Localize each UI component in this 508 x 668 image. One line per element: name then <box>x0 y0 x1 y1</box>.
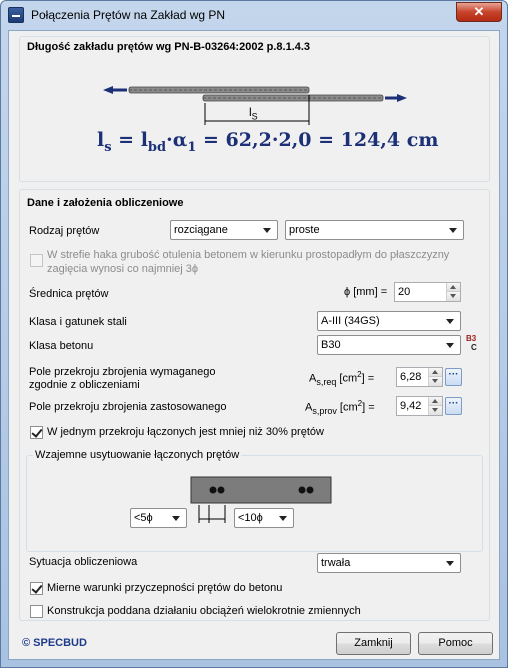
diameter-symbol: ϕ [mm] = <box>344 286 388 298</box>
formula-lbd-sub: bd <box>147 139 167 155</box>
help-button[interactable]: Pomoc <box>418 632 493 655</box>
as-req-input[interactable]: 6,28 <box>396 367 443 387</box>
left-arrow-icon <box>103 86 113 94</box>
specbud-logo: © SPECBUD <box>22 637 87 649</box>
formula-ls-sub: s <box>104 139 112 155</box>
repeated-loads-label: Konstrukcja poddana działaniu obciążeń w… <box>47 605 361 617</box>
chevron-down-icon <box>446 561 454 566</box>
chevron-down-icon <box>446 319 454 324</box>
bond-conditions-checkbox[interactable] <box>30 582 43 595</box>
rebar-dot <box>306 486 314 494</box>
spin-down-icon[interactable] <box>429 406 442 415</box>
ls-dimension-label: lS <box>249 105 258 121</box>
steel-class-label: Klasa i gatunek stali <box>29 316 127 328</box>
concrete-class-value: B30 <box>321 339 341 351</box>
as-prov-details-button[interactable]: ··· <box>445 397 462 415</box>
diameter-value: 20 <box>398 286 411 298</box>
close-window-button[interactable]: ✕ <box>456 2 502 22</box>
spin-up-icon[interactable] <box>429 368 442 377</box>
diameter-input[interactable]: 20 <box>394 282 461 302</box>
diameter-spinner <box>446 283 460 301</box>
as-req-spinner <box>428 368 442 386</box>
chevron-down-icon <box>279 516 287 521</box>
rebar-dot <box>217 486 225 494</box>
formula-eq: = <box>111 129 141 151</box>
right-arrow-icon <box>397 94 407 102</box>
lap-length-title: Długość zakładu prętów wg PN-B-03264:200… <box>27 41 311 53</box>
data-section-title: Dane i założenia obliczeniowe <box>27 197 184 209</box>
situation-label: Sytuacja obliczeniowa <box>29 556 138 568</box>
spin-down-icon[interactable] <box>429 377 442 386</box>
less-than-30-label: W jednym przekroju łączonych jest mniej … <box>47 426 324 438</box>
spacing1-value: <5ϕ <box>134 512 153 524</box>
close-icon: ✕ <box>473 4 485 19</box>
more-icon: ··· <box>448 398 459 409</box>
situation-select[interactable]: trwała <box>317 553 461 573</box>
diameter-label: Średnica prętów <box>29 288 109 300</box>
formula-lbd: l <box>140 129 148 151</box>
situation-value: trwała <box>321 557 351 569</box>
formula-alpha: α <box>172 129 188 151</box>
formula-result: = 62,2·2,0 = 124,4 cm <box>196 129 439 151</box>
as-req-value: 6,28 <box>400 371 422 383</box>
spin-up-icon[interactable] <box>429 397 442 406</box>
more-icon: ··· <box>448 369 459 380</box>
dialog-window: Połączenia Prętów na Zakład wg PN ✕ Dług… <box>0 0 508 668</box>
lap-length-formula: ls = lbd·α1 = 62,2·2,0 = 124,4 cm <box>97 129 438 155</box>
as-prov-value: 9,42 <box>400 400 422 412</box>
as-req-label-line2: zgodnie z obliczeniami <box>29 379 140 391</box>
spin-up-icon[interactable] <box>447 283 460 292</box>
as-req-unit: [cm <box>339 372 358 385</box>
arrangement-title: Wzajemne usytuowanie łączonych prętów <box>33 449 242 461</box>
concrete-class-label: Klasa betonu <box>29 340 94 352</box>
bond-conditions-label: Mierne warunki przyczepności prętów do b… <box>47 582 283 594</box>
window-title: Połączenia Prętów na Zakład wg PN <box>31 8 226 22</box>
ls-label-sub: S <box>251 111 258 122</box>
steel-class-select[interactable]: A-III (34GS) <box>317 311 461 331</box>
formula-dot: · <box>166 129 173 151</box>
rebar-dot <box>209 486 217 494</box>
concrete-class-icon[interactable]: B3 C <box>466 334 482 356</box>
as-req-symbol: As,req [cm2] = <box>309 370 374 387</box>
as-prov-symbol-sub: s,prov <box>312 405 337 416</box>
bar-type-value: rozciągane <box>174 224 228 236</box>
spacing2-value: <10ϕ <box>238 512 263 524</box>
as-req-label-line1: Pole przekroju zbrojenia wymaganego <box>29 366 216 378</box>
hook-cover-label-line1: W strefie haka grubość otulenia betonem … <box>47 249 450 261</box>
as-req-symbol-sub: s,req <box>316 376 337 387</box>
chevron-down-icon <box>172 516 180 521</box>
spacing1-select[interactable]: <5ϕ <box>130 508 187 528</box>
as-prov-symbol: As,prov [cm2] = <box>305 399 375 416</box>
concrete-icon-top: B3 <box>466 334 477 343</box>
concrete-icon-bottom: C <box>471 343 477 352</box>
concrete-class-select[interactable]: B30 <box>317 335 461 355</box>
as-req-details-button[interactable]: ··· <box>445 368 462 386</box>
as-req-unit-end: ] = <box>361 372 375 385</box>
app-icon <box>8 7 24 23</box>
close-button[interactable]: Zamknij <box>336 632 411 655</box>
as-prov-label: Pole przekroju zbrojenia zastosowanego <box>29 401 227 413</box>
hook-cover-checkbox[interactable] <box>30 254 43 267</box>
bar-type-select[interactable]: rozciągane <box>170 220 278 240</box>
less-than-30-checkbox[interactable] <box>30 426 43 439</box>
as-prov-unit: [cm <box>339 401 358 414</box>
as-prov-input[interactable]: 9,42 <box>396 396 443 416</box>
as-prov-unit-end: ] = <box>362 401 375 414</box>
hook-cover-label-line2: zagięcia wynosi co najmniej 3ϕ <box>47 263 199 275</box>
chevron-down-icon <box>446 343 454 348</box>
bar-type-label: Rodzaj prętów <box>29 225 100 237</box>
spin-down-icon[interactable] <box>447 292 460 301</box>
title-bar[interactable]: Połączenia Prętów na Zakład wg PN ✕ <box>1 1 507 31</box>
as-prov-spinner <box>428 397 442 415</box>
rebar-dot <box>298 486 306 494</box>
chevron-down-icon <box>263 228 271 233</box>
dialog-client-area: Długość zakładu prętów wg PN-B-03264:200… <box>8 30 500 660</box>
chevron-down-icon <box>449 228 457 233</box>
bar-shape-value: proste <box>289 224 320 236</box>
spacing2-select[interactable]: <10ϕ <box>234 508 294 528</box>
lap-diagram <box>103 86 407 125</box>
repeated-loads-checkbox[interactable] <box>30 605 43 618</box>
bar-shape-select[interactable]: proste <box>285 220 464 240</box>
steel-class-value: A-III (34GS) <box>321 315 380 327</box>
